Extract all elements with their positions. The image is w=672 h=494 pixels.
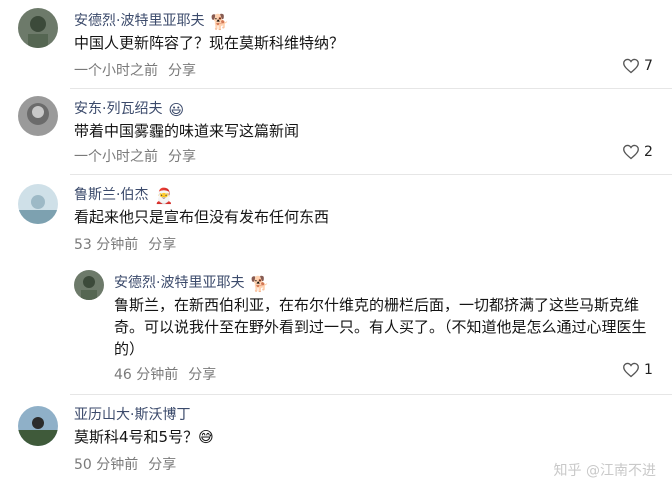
author-name[interactable]: 安东·列瓦绍夫 😃 [74,98,184,119]
comment-meta: 53 分钟前 分享 [74,234,176,254]
share-button[interactable]: 分享 [188,367,216,383]
timestamp: 46 分钟前 [114,367,179,383]
share-button[interactable]: 分享 [168,149,196,165]
smile-badge-icon: 😃 [168,101,185,119]
timestamp: 一个小时之前 [74,149,158,165]
heart-icon [623,58,639,74]
avatar[interactable] [18,96,58,136]
like-count: 1 [644,362,653,378]
share-button[interactable]: 分享 [168,63,196,79]
comment-text: 看起来他只是宣布但没有发布任何东西 [74,208,330,226]
author-name[interactable]: 安德烈·波特里亚耶夫 🐕 [74,10,229,31]
comment-meta: 一个小时之前 分享 [74,146,196,166]
avatar[interactable] [18,8,58,48]
avatar[interactable] [18,406,58,446]
author-name[interactable]: 安德烈·波特里亚耶夫 🐕 [114,272,269,293]
comment-meta: 50 分钟前 分享 [74,454,176,474]
dog-badge-icon: 🐕 [210,13,230,31]
timestamp: 一个小时之前 [74,63,158,79]
like-button[interactable]: 2 [622,144,653,160]
comment-text: 鲁斯兰，在新西伯利亚，在布尔什维克的栅栏后面，一切都挤满了这些马斯克维奇。可以说… [114,296,647,358]
comment-text: 莫斯科4号和5号？😅 [74,428,214,446]
share-button[interactable]: 分享 [148,237,176,253]
like-count: 7 [644,58,653,74]
like-button[interactable]: 7 [622,58,653,74]
heart-icon [623,362,639,378]
comment-meta: 一个小时之前 分享 [74,60,196,80]
comment-meta: 46 分钟前 分享 [114,364,216,384]
author-name-text[interactable]: 安德烈·波特里亚耶夫 [74,13,204,29]
watermark: 知乎 @江南不进 [553,463,656,479]
santa-badge-icon: 🎅 [154,187,174,205]
avatar[interactable] [18,184,58,224]
like-count: 2 [644,144,653,160]
divider [70,174,672,175]
share-button[interactable]: 分享 [148,457,176,473]
timestamp: 50 分钟前 [74,457,139,473]
author-name-text[interactable]: 亚历山大·斯沃博丁 [74,407,190,423]
author-name[interactable]: 鲁斯兰·伯杰 🎅 [74,184,173,205]
divider [70,394,672,395]
author-name-text[interactable]: 鲁斯兰·伯杰 [74,187,148,203]
comment-text: 带着中国雾霾的味道来写这篇新闻 [74,122,300,140]
avatar[interactable] [74,270,104,300]
divider [70,88,672,89]
comment-text: 中国人更新阵容了？现在莫斯科维特纳？ [74,34,345,52]
like-button[interactable]: 1 [622,362,653,378]
timestamp: 53 分钟前 [74,237,139,253]
heart-icon [623,144,639,160]
author-name-text[interactable]: 安东·列瓦绍夫 [74,101,162,117]
author-name[interactable]: 亚历山大·斯沃博丁 [74,404,190,424]
author-name-text[interactable]: 安德烈·波特里亚耶夫 [114,275,244,291]
dog-badge-icon: 🐕 [250,275,270,293]
